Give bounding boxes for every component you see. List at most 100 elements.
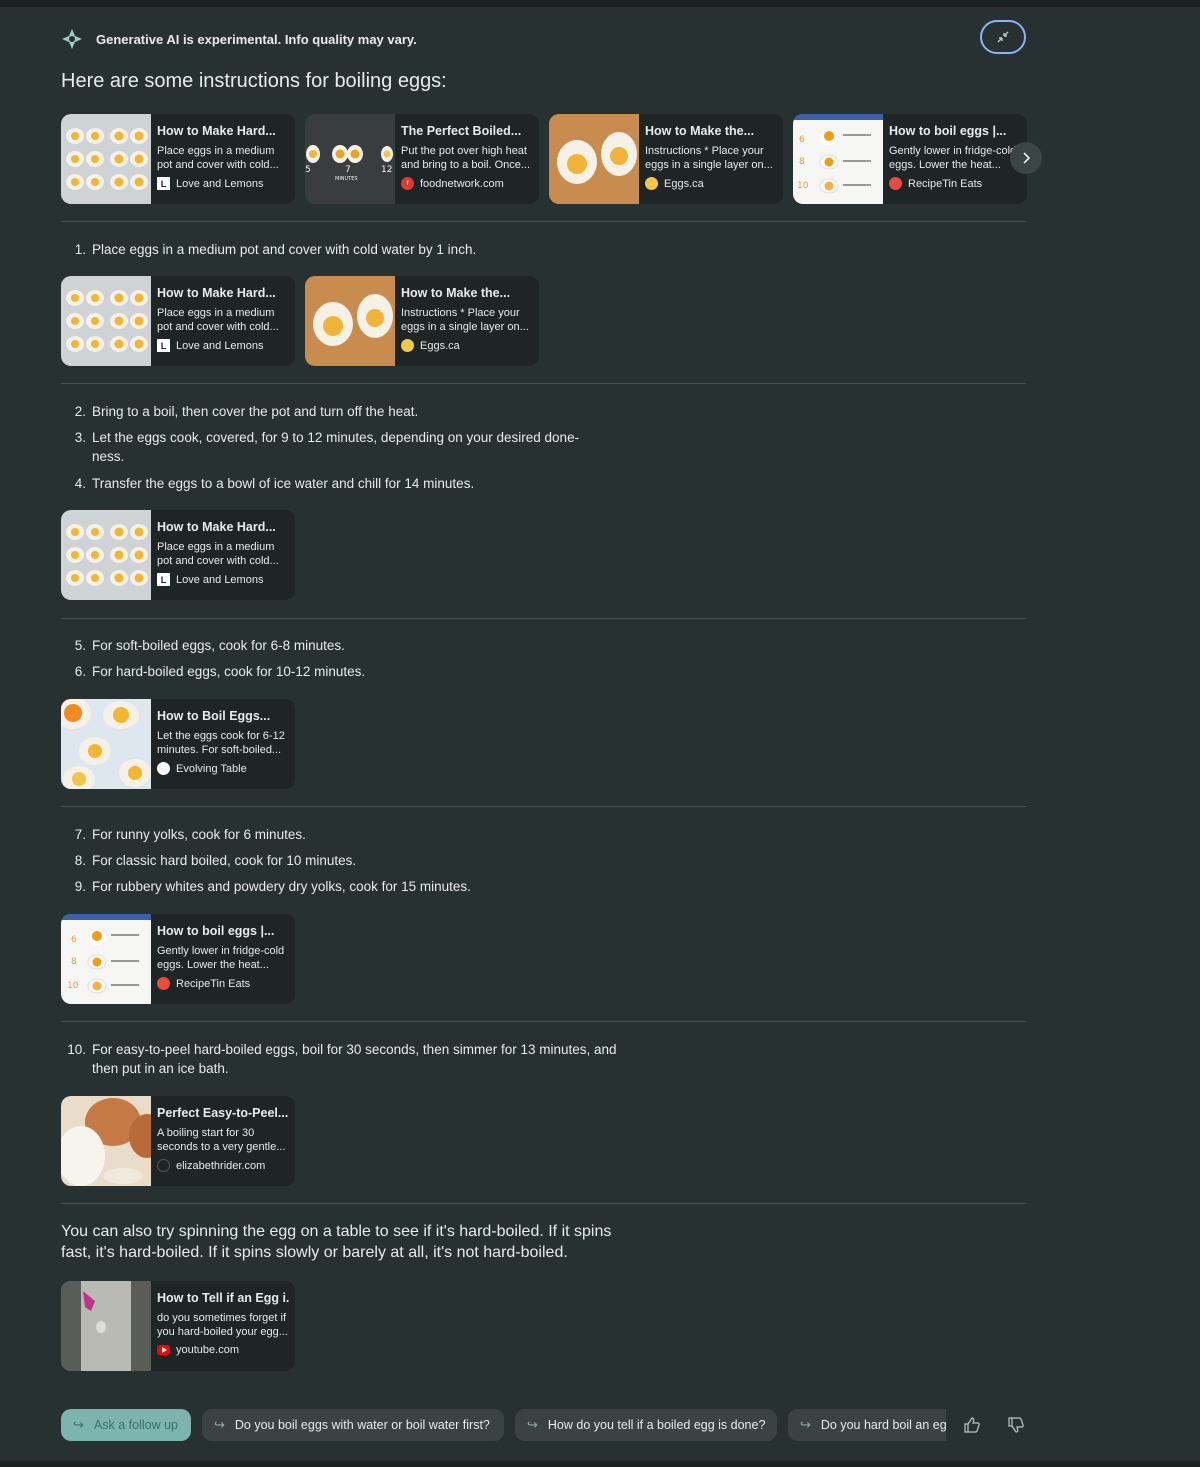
step-text: Place eggs in a medium pot and cover wit…	[92, 242, 477, 257]
card-source: Eggs.ca	[420, 339, 460, 352]
source-card[interactable]: How to Make Hard... Place eggs in a medi…	[61, 114, 295, 204]
step-number: 7.	[74, 827, 86, 842]
eggs-ca-icon	[645, 177, 658, 190]
collapse-button[interactable]	[980, 20, 1026, 54]
suggestion-chip[interactable]: ↪ Do you boil eggs with water or boil wa…	[202, 1409, 504, 1441]
card-snippet: Place eggs in a medium pot and cover wit…	[157, 541, 279, 567]
source-card[interactable]: 6 8 10 How to boil eggs |... Gently lowe…	[61, 914, 295, 1004]
card-title: How to Make Hard...	[157, 286, 276, 300]
thumbs-down-button[interactable]	[1006, 1415, 1026, 1435]
card-title: How to Make the...	[401, 286, 511, 300]
divider	[61, 221, 1026, 222]
chip-label: How do you tell if a boiled egg is done?	[547, 1418, 766, 1432]
card-title: How to Make the...	[645, 124, 755, 138]
step-item: 8. For classic hard boiled, cook for 10 …	[62, 851, 622, 870]
boiled-eggs-plate-thumbnail	[61, 699, 151, 789]
source-card[interactable]: 6 8 10 How to boil eggs |... Gently lowe…	[793, 114, 1027, 204]
divider	[61, 1203, 1026, 1204]
eggs-ca-icon	[401, 339, 414, 352]
source-card[interactable]: How to Make the... Instructions * Place …	[305, 276, 539, 366]
ai-header: Generative AI is experimental. Info qual…	[60, 26, 417, 52]
step-text: Bring to a boil, then cover the pot and …	[92, 404, 419, 419]
thumb-text: 6	[71, 935, 77, 945]
reply-arrow-icon: ↪	[527, 1417, 538, 1432]
source-card[interactable]: Perfect Easy-to-Peel... A boiling start …	[61, 1096, 295, 1186]
brown-eggs-thumbnail	[61, 1096, 151, 1186]
chip-label: Do you boil eggs with water or boil wate…	[234, 1418, 490, 1432]
thumb-text: 10	[797, 181, 809, 191]
step-item: 3. Let the eggs cook, covered, for 9 to …	[62, 428, 607, 466]
thumb-text: 12	[381, 165, 392, 175]
source-card[interactable]: How to Tell if an Egg i... do you someti…	[61, 1281, 295, 1371]
source-card[interactable]: How to Make Hard... Place eggs in a medi…	[61, 510, 295, 600]
step-number: 5.	[74, 638, 86, 653]
step-number: 4.	[74, 476, 86, 491]
chip-label: Do you hard boil an eg	[820, 1418, 946, 1432]
eggs-grid-thumbnail	[61, 510, 151, 600]
carousel-next-button[interactable]	[1010, 142, 1042, 174]
suggestion-chip[interactable]: ↪ Do you hard boil an eg	[788, 1409, 946, 1441]
card-source: Love and Lemons	[176, 339, 264, 352]
step-text: For runny yolks, cook for 6 minutes.	[92, 827, 306, 842]
collapse-icon	[997, 31, 1009, 43]
card-title: How to Boil Eggs...	[157, 709, 271, 723]
experimental-notice: Generative AI is experimental. Info qual…	[96, 31, 417, 47]
eggs-grid-thumbnail	[61, 276, 151, 366]
source-card[interactable]: How to Make Hard... Place eggs in a medi…	[61, 276, 295, 366]
sparkle-icon	[60, 27, 84, 51]
divider	[61, 618, 1026, 619]
love-and-lemons-icon: L	[157, 177, 170, 190]
step-text: For easy-to-peel hard-boiled eggs, boil …	[92, 1042, 617, 1076]
step-item: 4. Transfer the eggs to a bowl of ice wa…	[62, 474, 622, 493]
step-text: Let the eggs cook, covered, for 9 to 12 …	[92, 430, 580, 464]
step-item: 9. For rubbery whites and powdery dry yo…	[62, 877, 622, 896]
thumb-text: 8	[71, 957, 77, 967]
food-network-icon: f	[401, 177, 414, 190]
suggestion-chip[interactable]: ↪ How do you tell if a boiled egg is don…	[515, 1409, 777, 1441]
video-thumbnail	[61, 1281, 151, 1371]
card-snippet: Let the eggs cook for 6-12 minutes. For …	[157, 730, 285, 756]
love-and-lemons-icon: L	[157, 573, 170, 586]
card-source: elizabethrider.com	[176, 1159, 266, 1172]
card-title: How to Tell if an Egg i...	[157, 1291, 289, 1305]
source-card[interactable]: 5 7 12 MINUTES The Perfect Boiled... Put…	[305, 114, 539, 204]
card-snippet: do you sometimes forget if you hard-boil…	[157, 1312, 288, 1338]
egg-doneness-chart-thumbnail: 6 8 10	[61, 914, 151, 1004]
card-snippet: Gently lower in fridge-cold eggs. Lower …	[889, 145, 1017, 171]
card-title: How to boil eggs |...	[889, 124, 1007, 138]
source-card[interactable]: How to Boil Eggs... Let the eggs cook fo…	[61, 699, 295, 789]
divider	[61, 1021, 1026, 1022]
thumbs-up-button[interactable]	[962, 1415, 982, 1435]
halved-eggs-thumbnail	[305, 276, 395, 366]
step-text: For classic hard boiled, cook for 10 min…	[92, 853, 357, 868]
card-title: How to Make Hard...	[157, 520, 276, 534]
card-source: Love and Lemons	[176, 573, 264, 586]
step-number: 9.	[74, 879, 86, 894]
recipetin-icon	[157, 977, 170, 990]
thumb-text: 8	[799, 157, 805, 167]
card-snippet: Instructions * Place your eggs in a sing…	[645, 145, 773, 171]
card-source: RecipeTin Eats	[176, 977, 251, 990]
reply-arrow-icon: ↪	[73, 1417, 84, 1432]
card-title: How to boil eggs |...	[157, 924, 275, 938]
youtube-icon	[157, 1345, 170, 1355]
elizabethrider-icon	[157, 1159, 170, 1172]
card-source: Eggs.ca	[664, 177, 704, 190]
card-snippet: Place eggs in a medium pot and cover wit…	[157, 307, 279, 333]
card-snippet: Place eggs in a medium pot and cover wit…	[157, 145, 279, 171]
chip-label: Ask a follow up	[93, 1418, 178, 1432]
love-and-lemons-icon: L	[157, 339, 170, 352]
card-snippet: Gently lower in fridge-cold eggs. Lower …	[157, 945, 285, 971]
bottom-bar	[0, 1461, 1200, 1467]
step-text: For soft-boiled eggs, cook for 6-8 minut…	[92, 638, 345, 653]
card-snippet: Instructions * Place your eggs in a sing…	[401, 307, 529, 333]
step-text: For hard-boiled eggs, cook for 10-12 min…	[92, 664, 366, 679]
source-card[interactable]: How to Make the... Instructions * Place …	[549, 114, 783, 204]
card-source: foodnetwork.com	[420, 177, 504, 190]
intro-heading: Here are some instructions for boiling e…	[61, 70, 447, 92]
top-bar	[0, 0, 1200, 7]
step-item: 5. For soft-boiled eggs, cook for 6-8 mi…	[62, 636, 622, 655]
chevron-right-icon	[1023, 152, 1031, 164]
outro-text: You can also try spinning the egg on a t…	[61, 1223, 612, 1261]
ask-follow-up-button[interactable]: ↪ Ask a follow up	[61, 1409, 191, 1441]
